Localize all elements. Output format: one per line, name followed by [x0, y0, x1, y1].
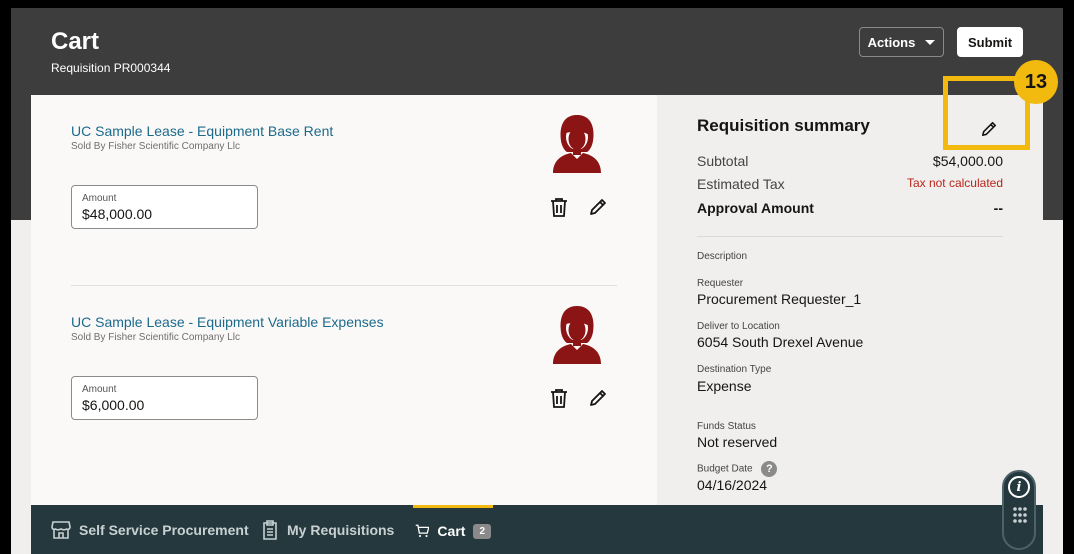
- info-icon[interactable]: i: [1008, 476, 1030, 498]
- chevron-down-icon: [925, 39, 936, 45]
- delete-line-button[interactable]: [547, 386, 571, 410]
- pencil-icon: [590, 390, 606, 406]
- requester-value: Procurement Requester_1: [697, 291, 862, 307]
- nav-cart[interactable]: Cart 2: [413, 505, 493, 554]
- requisition-number: Requisition PR000344: [51, 61, 171, 75]
- nav-self-service-procurement[interactable]: Self Service Procurement: [51, 505, 249, 554]
- cart-line-item: UC Sample Lease - Equipment Variable Exp…: [71, 285, 617, 455]
- submit-button[interactable]: Submit: [957, 27, 1023, 57]
- help-icon[interactable]: ?: [761, 461, 778, 477]
- approval-amount-row: Approval Amount --: [697, 200, 1003, 216]
- user-avatar-icon: [553, 306, 601, 364]
- app-window: Cart Requisition PR000344 Actions Submit…: [11, 8, 1063, 554]
- cart-icon: [415, 524, 430, 538]
- amount-value: $6,000.00: [82, 397, 145, 413]
- funds-status-value: Not reserved: [697, 434, 778, 450]
- nav-label: My Requisitions: [287, 521, 395, 538]
- deliver-to-location-value: 6054 South Drexel Avenue: [697, 334, 864, 350]
- line-item-title-link[interactable]: UC Sample Lease - Equipment Variable Exp…: [71, 314, 384, 330]
- cart-content: UC Sample Lease - Equipment Base Rent So…: [31, 95, 1043, 505]
- description-label: Description: [697, 251, 748, 262]
- approval-amount-label: Approval Amount: [697, 200, 814, 216]
- nav-label: Self Service Procurement: [79, 521, 249, 538]
- subtotal-row: Subtotal $54,000.00: [697, 153, 1003, 169]
- budget-date-label: Budget Date: [697, 463, 753, 475]
- budget-date-label-row: Budget Date ?: [697, 461, 778, 477]
- funds-status-label: Funds Status: [697, 421, 756, 432]
- destination-type-label: Destination Type: [697, 364, 772, 375]
- deliver-to-location-label: Deliver to Location: [697, 321, 780, 332]
- pencil-icon: [590, 199, 606, 215]
- cart-count-badge: 2: [473, 523, 491, 539]
- requisition-summary-panel: Requisition summary Subtotal $54,000.00 …: [657, 95, 1043, 505]
- page-title: Cart: [51, 28, 100, 55]
- bottom-navigation: Self Service Procurement My Requisitions…: [31, 505, 1043, 554]
- edit-line-button[interactable]: [586, 386, 610, 410]
- amount-field[interactable]: Amount $48,000.00: [71, 185, 258, 229]
- line-item-title-link[interactable]: UC Sample Lease - Equipment Base Rent: [71, 123, 333, 139]
- requester-label: Requester: [697, 278, 744, 289]
- nav-my-requisitions[interactable]: My Requisitions: [261, 505, 394, 554]
- budget-date-value: 04/16/2024: [697, 477, 768, 493]
- floating-help-widget: i: [1002, 470, 1036, 550]
- cart-line-item: UC Sample Lease - Equipment Base Rent So…: [71, 95, 617, 265]
- estimated-tax-value: Tax not calculated: [906, 176, 1003, 190]
- cart-lines: UC Sample Lease - Equipment Base Rent So…: [31, 95, 657, 505]
- summary-divider: [697, 236, 1003, 237]
- nav-label: Cart: [437, 523, 466, 539]
- estimated-tax-row: Estimated Tax Tax not calculated: [697, 176, 1003, 192]
- amount-value: $48,000.00: [82, 206, 153, 222]
- destination-type-value: Expense: [697, 378, 752, 394]
- estimated-tax-label: Estimated Tax: [697, 176, 785, 192]
- delete-line-button[interactable]: [547, 195, 571, 219]
- trash-icon: [551, 198, 567, 217]
- summary-title: Requisition summary: [697, 116, 870, 135]
- line-item-seller: Sold By Fisher Scientific Company Llc: [71, 141, 240, 152]
- subtotal-value: $54,000.00: [932, 153, 1003, 169]
- keypad-icon[interactable]: [1012, 506, 1028, 526]
- store-icon: [51, 520, 71, 539]
- user-avatar-icon: [553, 115, 601, 173]
- clipboard-icon: [263, 519, 277, 540]
- edit-line-button[interactable]: [586, 195, 610, 219]
- subtotal-label: Subtotal: [697, 153, 749, 169]
- actions-button[interactable]: Actions: [859, 27, 944, 57]
- actions-label: Actions: [867, 34, 916, 50]
- amount-field[interactable]: Amount $6,000.00: [71, 376, 258, 420]
- trash-icon: [551, 389, 567, 408]
- approval-amount-value: --: [993, 200, 1003, 216]
- amount-label: Amount: [82, 193, 117, 204]
- line-item-seller: Sold By Fisher Scientific Company Llc: [71, 332, 240, 343]
- callout-number-badge: 13: [1014, 60, 1058, 104]
- amount-label: Amount: [82, 384, 117, 395]
